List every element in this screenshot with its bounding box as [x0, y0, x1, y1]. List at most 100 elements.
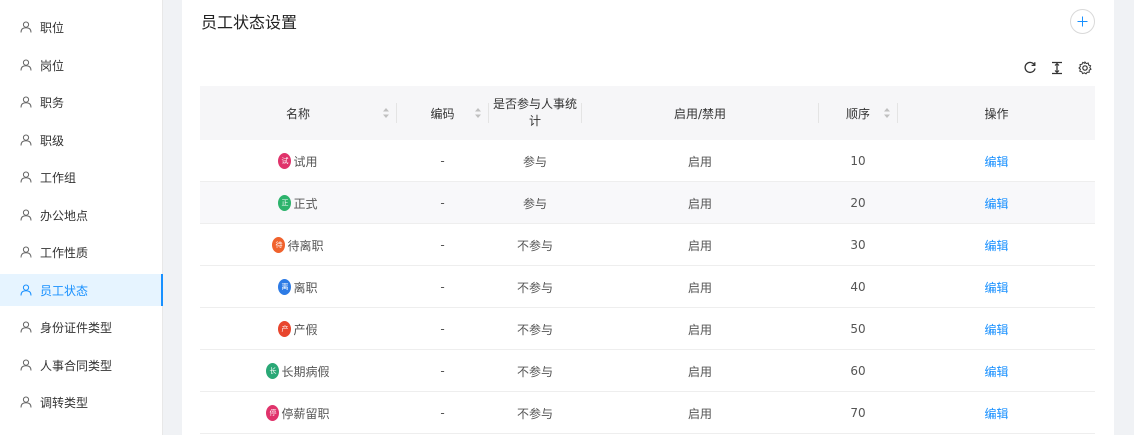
edit-link[interactable]: 编辑: [984, 237, 1008, 254]
code-cell: -: [440, 238, 445, 252]
sidebar-item-work-nature[interactable]: 工作性质: [0, 236, 163, 268]
employee-status-table: 名称 编码 是否参与人事统计 启用/禁用 顺序 操作 试 试用 - 参与 启用 …: [200, 86, 1095, 434]
main-panel: 员工状态设置 名称 编码 是否参与人事统计 启用/禁用 顺序 操作 试 试用 -…: [182, 0, 1114, 435]
status-badge: 待: [272, 237, 286, 253]
enabled-cell: 启用: [687, 196, 712, 211]
code-cell: -: [440, 322, 445, 336]
sidebar-item-rank[interactable]: 职级: [0, 124, 163, 156]
user-icon: [20, 171, 32, 183]
page-title: 员工状态设置: [201, 13, 298, 32]
user-icon: [20, 21, 32, 33]
order-cell: 60: [850, 364, 866, 378]
sidebar-item-label: 办公地点: [40, 208, 89, 223]
status-badge: 长: [266, 363, 280, 379]
stat-cell: 不参与: [516, 322, 553, 337]
enabled-cell: 启用: [687, 280, 712, 295]
sidebar: 职位 岗位 职务 职级 工作组 办公地点 工作性质 员工状态 身份证件类型 人事…: [0, 0, 163, 435]
stat-cell: 不参与: [516, 406, 553, 421]
sidebar-item-label: 职位: [40, 20, 65, 35]
sidebar-item-id-type[interactable]: 身份证件类型: [0, 311, 163, 343]
edit-link[interactable]: 编辑: [984, 363, 1008, 380]
refresh-icon[interactable]: [1022, 60, 1038, 76]
table-row: 试 试用 - 参与 启用 10 编辑: [200, 140, 1095, 182]
user-icon: [20, 96, 32, 108]
user-icon: [20, 396, 32, 408]
sort-icon[interactable]: [883, 107, 891, 119]
order-cell: 40: [850, 280, 866, 294]
stat-cell: 参与: [522, 154, 547, 169]
order-cell: 70: [850, 406, 866, 420]
table-header: 名称 编码 是否参与人事统计 启用/禁用 顺序 操作: [200, 86, 1095, 140]
code-cell: -: [440, 280, 445, 294]
sidebar-item-office[interactable]: 办公地点: [0, 199, 163, 231]
table-row: 长 长期病假 - 不参与 启用 60 编辑: [200, 350, 1095, 392]
sidebar-item-label: 工作组: [40, 170, 77, 185]
sidebar-item-transfer-type[interactable]: 调转类型: [0, 386, 163, 418]
sort-icon[interactable]: [474, 107, 482, 119]
user-icon: [20, 209, 32, 221]
sidebar-item-label: 职务: [40, 95, 65, 110]
sidebar-item-employee-status[interactable]: 员工状态: [0, 274, 163, 306]
edit-link[interactable]: 编辑: [984, 405, 1008, 422]
edit-link[interactable]: 编辑: [984, 279, 1008, 296]
action-cell: 编辑: [898, 350, 1095, 392]
action-cell: 编辑: [898, 308, 1095, 350]
table-row: 产 产假 - 不参与 启用 50 编辑: [200, 308, 1095, 350]
sidebar-item-duty[interactable]: 职务: [0, 86, 163, 118]
order-cell: 50: [850, 322, 866, 336]
sidebar-item-post[interactable]: 岗位: [0, 49, 163, 81]
order-cell: 10: [850, 154, 866, 168]
sort-icon[interactable]: [382, 107, 390, 119]
edit-link[interactable]: 编辑: [984, 195, 1008, 212]
stat-cell: 参与: [522, 196, 547, 211]
code-cell: -: [440, 196, 445, 210]
order-cell: 30: [850, 238, 866, 252]
sidebar-item-position[interactable]: 职位: [0, 11, 163, 43]
column-header-order[interactable]: 顺序: [819, 86, 897, 140]
add-icon: [1077, 12, 1088, 31]
column-height-icon[interactable]: [1049, 60, 1065, 76]
enabled-cell: 启用: [687, 364, 712, 379]
sidebar-item-label: 身份证件类型: [40, 320, 113, 335]
enabled-cell: 启用: [687, 322, 712, 337]
table-row: 正 正式 - 参与 启用 20 编辑: [200, 182, 1095, 224]
status-badge: 正: [278, 195, 292, 211]
column-header-enabled: 启用/禁用: [673, 106, 727, 121]
add-button[interactable]: [1070, 9, 1095, 34]
action-cell: 编辑: [898, 224, 1095, 266]
user-icon: [20, 321, 32, 333]
user-icon: [20, 359, 32, 371]
stat-cell: 不参与: [516, 238, 553, 253]
name-cell: 正 正式: [200, 182, 396, 224]
settings-icon[interactable]: [1077, 60, 1093, 76]
name-cell: 试 试用: [200, 140, 396, 182]
stat-cell: 不参与: [516, 280, 553, 295]
sidebar-item-workgroup[interactable]: 工作组: [0, 161, 163, 193]
table-row: 待 待离职 - 不参与 启用 30 编辑: [200, 224, 1095, 266]
sidebar-item-label: 人事合同类型: [40, 358, 113, 373]
sidebar-item-contract-type[interactable]: 人事合同类型: [0, 349, 163, 381]
column-header-name[interactable]: 名称: [200, 86, 396, 140]
name-cell: 产 产假: [200, 308, 396, 350]
status-badge: 离: [278, 279, 292, 295]
name-cell: 停 停薪留职: [200, 392, 396, 434]
enabled-cell: 启用: [687, 406, 712, 421]
action-cell: 编辑: [898, 392, 1095, 434]
scrollbar-track[interactable]: [1114, 0, 1134, 435]
table-row: 停 停薪留职 - 不参与 启用 70 编辑: [200, 392, 1095, 434]
edit-link[interactable]: 编辑: [984, 321, 1008, 338]
edit-link[interactable]: 编辑: [984, 153, 1008, 170]
user-icon: [20, 246, 32, 258]
user-icon: [20, 134, 32, 146]
name-cell: 离 离职: [200, 266, 396, 308]
sidebar-item-label: 岗位: [40, 58, 65, 73]
status-badge: 产: [278, 321, 292, 337]
order-cell: 20: [850, 196, 866, 210]
enabled-cell: 启用: [687, 154, 712, 169]
table-row: 离 离职 - 不参与 启用 40 编辑: [200, 266, 1095, 308]
sidebar-item-label: 调转类型: [40, 395, 89, 410]
column-header-code[interactable]: 编码: [397, 86, 488, 140]
code-cell: -: [440, 406, 445, 420]
sidebar-item-label: 员工状态: [40, 283, 89, 298]
status-badge: 试: [278, 153, 292, 169]
